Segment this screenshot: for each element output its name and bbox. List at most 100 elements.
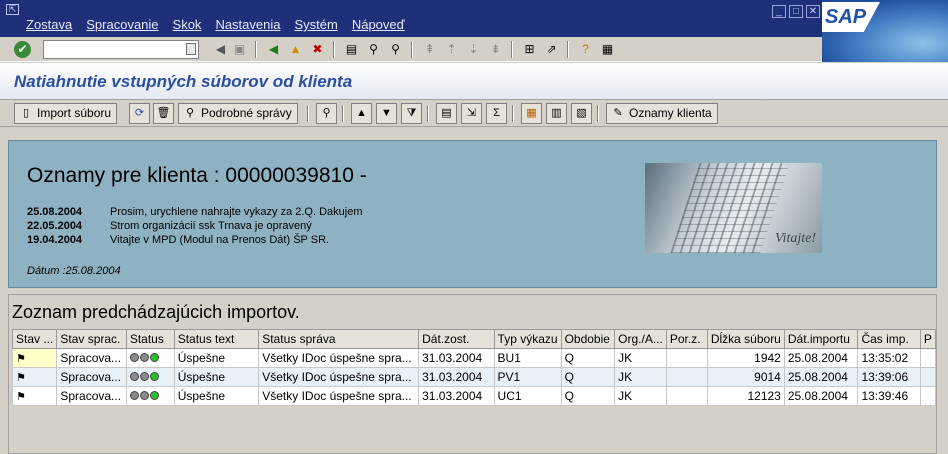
extra-cell[interactable] [919,348,937,368]
import-date-cell[interactable]: 25.08.2004 [783,348,859,368]
filter-icon[interactable]: ⧩ [401,103,422,124]
cancel-icon[interactable]: ✖ [309,41,326,58]
status-flag-cell[interactable]: ⚑ [11,348,58,368]
period-cell[interactable]: Q [560,386,616,406]
status-flag-cell[interactable]: ⚑ [11,367,58,387]
print-icon[interactable]: ▤ [343,41,360,58]
last-page-icon[interactable]: ⇟ [487,41,504,58]
create-session-icon[interactable]: ⊞ [521,41,538,58]
status-flag-cell[interactable]: ⚑ [11,386,58,406]
sort-ascending-icon[interactable]: ▲ [351,103,372,124]
menu-skok[interactable]: Skok [173,17,202,32]
column-header[interactable]: Stav sprac. [56,329,127,349]
find-next-icon[interactable]: ⚲ [387,41,404,58]
previous-page-icon[interactable]: ⇡ [443,41,460,58]
table-row[interactable]: ⚑ Spracova... Úspešne Všetky IDoc úspešn… [11,348,937,368]
column-header[interactable]: Obdobie [560,329,616,349]
first-page-icon[interactable]: ⇞ [421,41,438,58]
report-type-cell[interactable]: PV1 [493,367,562,387]
menu-spracovanie[interactable]: Spracovanie [86,17,158,32]
processing-status-cell[interactable]: Spracova... [56,348,127,368]
period-cell[interactable]: Q [560,348,616,368]
import-time-cell[interactable]: 13:39:46 [857,386,921,406]
file-size-cell[interactable]: 12123 [706,386,785,406]
menu-system[interactable]: Systém [294,17,337,32]
org-cell[interactable]: JK [614,348,667,368]
extra-cell[interactable] [919,367,937,387]
menu-zostava[interactable]: Zostava [26,17,72,32]
status-text-cell[interactable]: Úspešne [173,386,260,406]
delete-icon[interactable]: 🗑 [153,103,174,124]
file-size-cell[interactable]: 1942 [706,348,785,368]
column-header[interactable]: Dĺžka súboru [706,329,785,349]
column-header[interactable]: Čas imp. [857,329,921,349]
export-icon[interactable]: ⇲ [461,103,482,124]
select-layout-icon[interactable]: ▥ [546,103,567,124]
processing-status-cell[interactable]: Spracova... [56,386,127,406]
table-row[interactable]: ⚑ Spracova... Úspešne Všetky IDoc úspešn… [11,367,937,387]
processing-status-cell[interactable]: Spracova... [56,367,127,387]
status-message-cell[interactable]: Všetky IDoc úspešne spra... [258,367,420,387]
status-text-cell[interactable]: Úspešne [173,367,260,387]
org-cell[interactable]: JK [614,367,667,387]
report-type-cell[interactable]: BU1 [493,348,562,368]
layout-menu-icon[interactable]: ▦ [599,41,616,58]
total-icon[interactable]: Σ [486,103,507,124]
extra-cell[interactable] [919,386,937,406]
column-header[interactable]: P [919,329,937,349]
detailed-messages-button[interactable]: ⚲ Podrobné správy [178,103,298,124]
status-message-cell[interactable]: Všetky IDoc úspešne spra... [258,386,420,406]
column-header[interactable]: Dát.importu [783,329,859,349]
import-time-cell[interactable]: 13:39:06 [857,367,921,387]
shortcut-icon[interactable]: ⇗ [543,41,560,58]
report-date-cell[interactable]: 31.03.2004 [418,367,495,387]
set-filter-icon[interactable]: ▼ [376,103,397,124]
client-announcements-button[interactable]: ✎ Oznamy klienta [606,103,718,124]
status-lights-cell[interactable] [125,386,175,406]
file-size-cell[interactable]: 9014 [706,367,785,387]
help-icon[interactable]: ? [577,41,594,58]
change-layout-icon[interactable]: ▦ [521,103,542,124]
status-message-cell[interactable]: Všetky IDoc úspešne spra... [258,348,420,368]
column-header[interactable]: Status text [173,329,260,349]
next-page-icon[interactable]: ⇣ [465,41,482,58]
import-date-cell[interactable]: 25.08.2004 [783,367,859,387]
column-header[interactable]: Por.z. [665,329,708,349]
menu-napoved[interactable]: Nápoveď [352,17,405,32]
column-header[interactable]: Stav ... [11,329,58,349]
print-preview-icon[interactable]: ▤ [436,103,457,124]
column-header[interactable]: Typ výkazu [493,329,562,349]
order-cell[interactable] [665,367,708,387]
report-type-cell[interactable]: UC1 [493,386,562,406]
command-history-icon[interactable] [186,43,196,55]
status-lights-cell[interactable] [125,367,175,387]
report-date-cell[interactable]: 31.03.2004 [418,348,495,368]
import-file-button[interactable]: ▯ Import súboru [14,103,118,124]
system-menu-icon[interactable]: ⇱ [6,4,19,15]
org-cell[interactable]: JK [614,386,667,406]
zoom-icon[interactable]: ⚲ [316,103,337,124]
save-layout-icon[interactable]: ▧ [571,103,592,124]
save-icon[interactable]: ▣ [231,41,248,58]
close-button[interactable]: ✕ [806,5,820,18]
column-header[interactable]: Org./A... [614,329,667,349]
report-date-cell[interactable]: 31.03.2004 [418,386,495,406]
maximize-button[interactable]: □ [789,5,803,18]
refresh-icon[interactable]: ⟳ [129,103,150,124]
menu-nastavenia[interactable]: Nastavenia [215,17,280,32]
minimize-button[interactable]: _ [772,5,786,18]
find-icon[interactable]: ⚲ [365,41,382,58]
import-time-cell[interactable]: 13:35:02 [857,348,921,368]
exit-icon[interactable]: ▲ [287,41,304,58]
order-cell[interactable] [665,386,708,406]
column-header[interactable]: Status [125,329,175,349]
enter-icon[interactable]: ✔ [14,41,31,58]
column-header[interactable]: Dát.zost. [418,329,495,349]
status-text-cell[interactable]: Úspešne [173,348,260,368]
order-cell[interactable] [665,348,708,368]
back-arrow-icon[interactable]: ◀ [212,41,229,58]
column-header[interactable]: Status správa [258,329,420,349]
status-lights-cell[interactable] [125,348,175,368]
period-cell[interactable]: Q [560,367,616,387]
table-row[interactable]: ⚑ Spracova... Úspešne Všetky IDoc úspešn… [11,386,937,406]
